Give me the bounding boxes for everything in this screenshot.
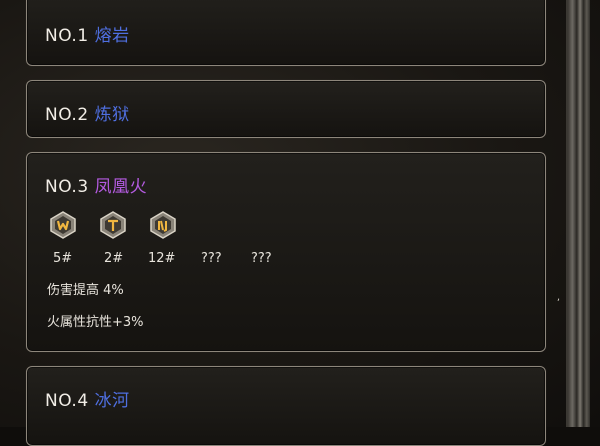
item-name: 炼狱 — [94, 105, 130, 125]
list-item-2[interactable]: NO.2 炼狱 — [26, 80, 546, 138]
item-number: NO.4 — [45, 391, 89, 411]
item-number: NO.3 — [45, 177, 89, 197]
list-item-4[interactable]: NO.4 冰河 — [26, 366, 546, 446]
scroll-mark: , — [556, 292, 560, 303]
gem-label: 2# — [104, 251, 124, 266]
item-title: NO.3 凤凰火 — [45, 172, 147, 197]
item-name: 凤凰火 — [94, 177, 148, 197]
scrollbar[interactable] — [568, 0, 590, 427]
gem-labels: 5# 2# 12# ??? ??? — [27, 251, 327, 269]
gem-label: ??? — [251, 251, 272, 266]
gem-label: 12# — [148, 251, 176, 266]
gem-rune-u-icon[interactable] — [149, 211, 177, 239]
item-number: NO.2 — [45, 105, 89, 125]
item-name: 冰河 — [94, 391, 130, 411]
stat-damage: 伤害提高 4% — [47, 283, 124, 298]
list-item-3-expanded[interactable]: NO.3 凤凰火 5# 2# 12# ??? ??? 伤害提高 4% 火属性抗性… — [26, 152, 546, 352]
item-name: 熔岩 — [94, 26, 130, 46]
item-title: NO.4 冰河 — [45, 386, 130, 411]
item-list: NO.1 熔岩 NO.2 炼狱 NO.3 凤凰火 5# 2# 12# ??? ?… — [0, 0, 560, 446]
gem-label: 5# — [53, 251, 73, 266]
gem-rune-t-icon[interactable] — [99, 211, 127, 239]
item-title: NO.2 炼狱 — [45, 100, 130, 125]
gem-label: ??? — [201, 251, 222, 266]
stat-fire-resist: 火属性抗性+3% — [47, 315, 144, 330]
list-item-1[interactable]: NO.1 熔岩 — [26, 0, 546, 66]
item-number: NO.1 — [45, 26, 89, 46]
gem-rune-w-icon[interactable] — [49, 211, 77, 239]
item-title: NO.1 熔岩 — [45, 21, 130, 46]
